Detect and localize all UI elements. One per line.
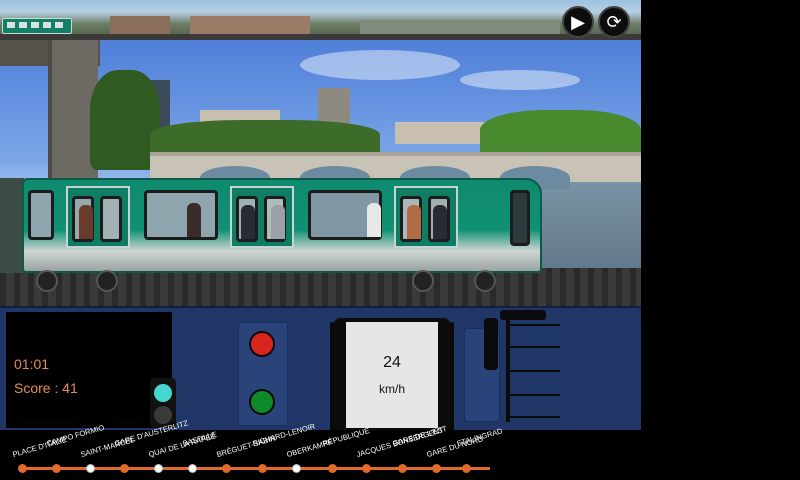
signal-panel — [238, 322, 288, 426]
restart-icon: ⟳ — [606, 11, 622, 32]
station-label: BASTILLE — [181, 429, 218, 448]
speedometer: 24 km/h — [346, 322, 438, 428]
train-door — [66, 186, 130, 248]
signal-cyan-light — [154, 384, 172, 402]
door-signal — [150, 378, 176, 428]
station-stop — [120, 464, 129, 473]
strip-building — [190, 16, 310, 34]
speed-unit: km/h — [378, 382, 405, 396]
train-window — [144, 190, 218, 240]
previous-car — [0, 178, 24, 273]
game-viewport: ▶ ⟳ 01:01 Score: 41 24 km/h PLACE D'ITA… — [0, 0, 641, 480]
throttle-handle-grip[interactable] — [500, 310, 546, 320]
track — [0, 268, 641, 306]
station-stop — [432, 464, 441, 473]
station-stop — [462, 464, 471, 473]
station-stop — [398, 464, 407, 473]
station-stop — [52, 464, 61, 473]
station-stop — [18, 464, 27, 473]
station-stop — [222, 464, 231, 473]
speed-value: 24 — [383, 354, 401, 371]
strip-building — [110, 16, 170, 34]
status-screen: 01:01 Score : 41 — [6, 312, 176, 428]
play-button[interactable]: ▶ — [562, 6, 594, 38]
score-display: Score : 41 — [14, 380, 78, 396]
strip-building — [360, 20, 560, 34]
station-stop — [292, 464, 301, 473]
throttle-handle[interactable] — [484, 318, 498, 370]
letterbox — [641, 0, 800, 480]
station-line: PLACE D'ITALIE CAMPO FORMIO SAINT-MARCEL GA… — [0, 418, 641, 480]
station-stop — [188, 464, 197, 473]
train-door — [230, 186, 294, 248]
restart-button[interactable]: ⟳ — [598, 6, 630, 38]
station-label: STALINGRAD — [455, 426, 504, 448]
trees — [150, 120, 380, 156]
station-stop — [154, 464, 163, 473]
time-display: 01:01 — [14, 356, 50, 372]
train-window — [308, 190, 382, 240]
station-stop — [362, 464, 371, 473]
station-stop — [258, 464, 267, 473]
play-icon: ▶ — [571, 11, 585, 32]
station-stop — [86, 464, 95, 473]
driver-dashboard: 01:01 Score : 41 24 km/h — [0, 306, 641, 434]
train-front-window — [510, 190, 530, 246]
station-label: RÉPUBLIQUE — [321, 426, 371, 448]
track-overview-strip: ▶ ⟳ — [0, 0, 641, 40]
station-stop — [328, 464, 337, 473]
metro-train — [22, 178, 542, 273]
green-light-button[interactable] — [249, 389, 275, 415]
mini-train-marker — [2, 18, 72, 34]
signal-off-light — [154, 406, 172, 424]
train-door — [394, 186, 458, 248]
train-window — [28, 190, 54, 240]
red-light-button[interactable] — [249, 331, 275, 357]
